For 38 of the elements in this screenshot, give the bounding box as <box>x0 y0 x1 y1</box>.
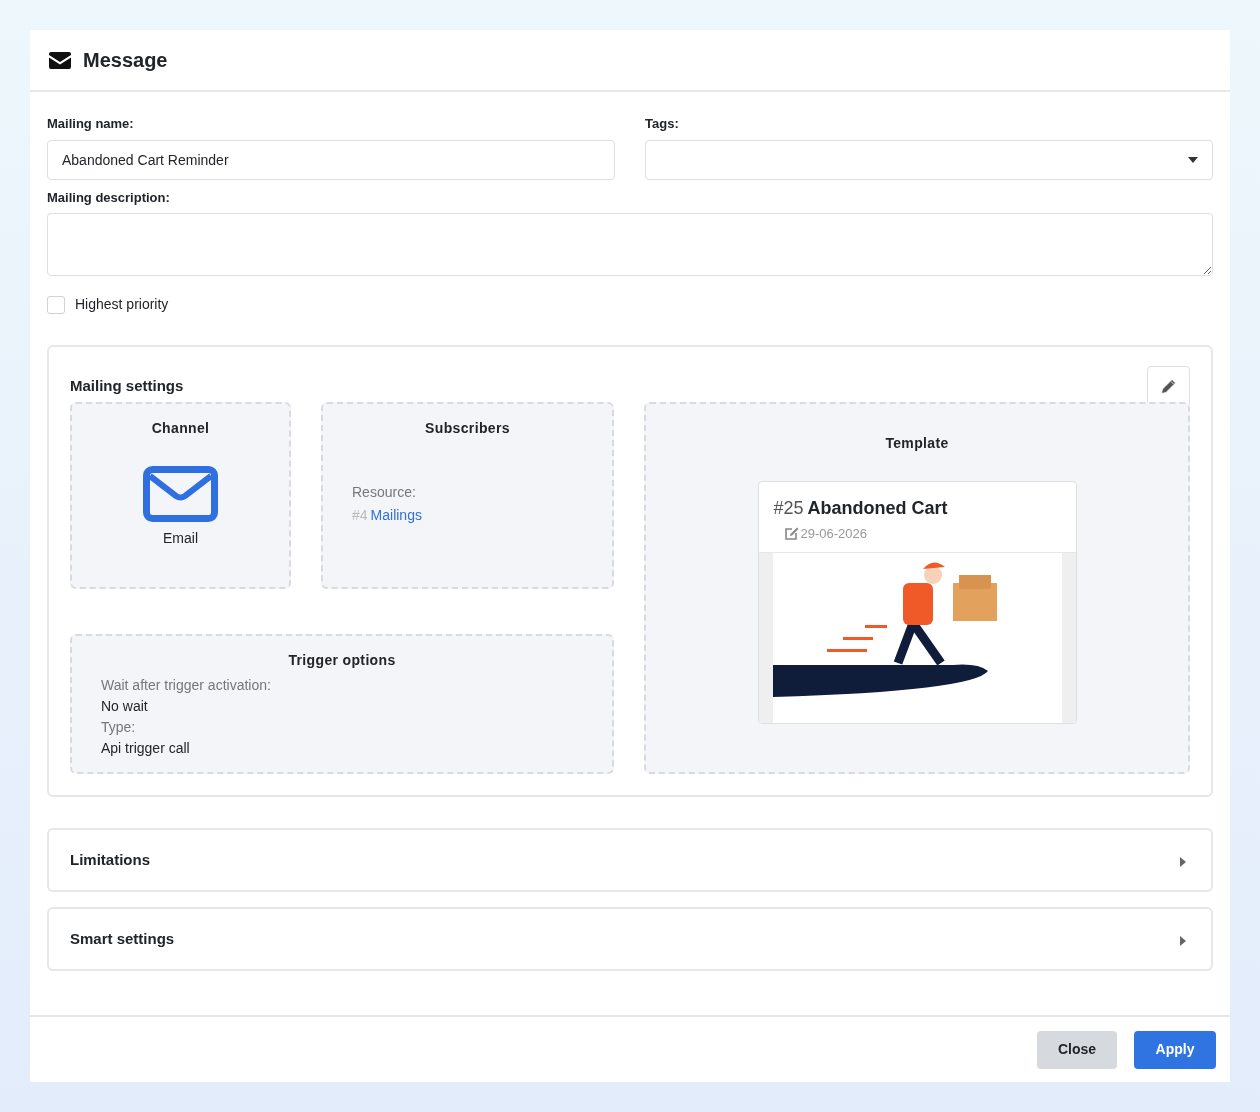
field-label: Wait after trigger activation: <box>101 676 272 695</box>
checkbox-label: Highest priority <box>75 295 169 314</box>
pencil-icon <box>1161 379 1176 394</box>
apply-button[interactable]: Apply <box>1134 1030 1216 1069</box>
dialog-title: Message <box>83 48 168 73</box>
card-title: Channel <box>151 419 210 438</box>
edit-icon <box>783 526 799 541</box>
template-date: 29-06-2026 <box>800 525 867 543</box>
card-title: Trigger options <box>288 651 396 670</box>
section-title: Limitations <box>70 849 150 870</box>
field-label: Tags: <box>645 115 680 133</box>
caret-right-icon <box>1180 857 1186 867</box>
card-title: Template <box>885 434 949 453</box>
template-number: #25 <box>773 497 804 520</box>
collapsible-section[interactable]: Limitations <box>47 828 1213 892</box>
mailing-name-input[interactable]: Abandoned Cart Reminder <box>47 139 615 180</box>
field-label: Type: <box>101 718 137 737</box>
caret-icon <box>1188 156 1198 163</box>
channel-name: Email <box>163 529 198 548</box>
field-value: Api trigger call <box>101 739 191 758</box>
template-name: Abandoned Cart <box>807 497 948 520</box>
resource-link[interactable]: Mailings <box>370 505 422 526</box>
field-label: Mailing name: <box>47 115 135 133</box>
collapsible-section[interactable]: Smart settings <box>47 907 1213 971</box>
field-value: No wait <box>101 697 149 716</box>
envelope-icon <box>49 51 71 69</box>
priority-checkbox[interactable] <box>47 295 65 314</box>
section-title: Smart settings <box>70 928 175 949</box>
card-title: Subscribers <box>425 419 510 438</box>
tags-select[interactable] <box>645 139 1213 180</box>
caret-right-icon <box>1180 936 1186 946</box>
envelope-icon <box>143 466 218 522</box>
resource-label: Resource: <box>352 483 417 502</box>
section-title: Mailing settings <box>70 376 184 397</box>
close-button[interactable]: Close <box>1037 1030 1117 1069</box>
description-textarea[interactable] <box>47 213 1213 276</box>
resource-id: #4 <box>352 506 368 525</box>
field-label: Mailing description: <box>47 188 171 207</box>
